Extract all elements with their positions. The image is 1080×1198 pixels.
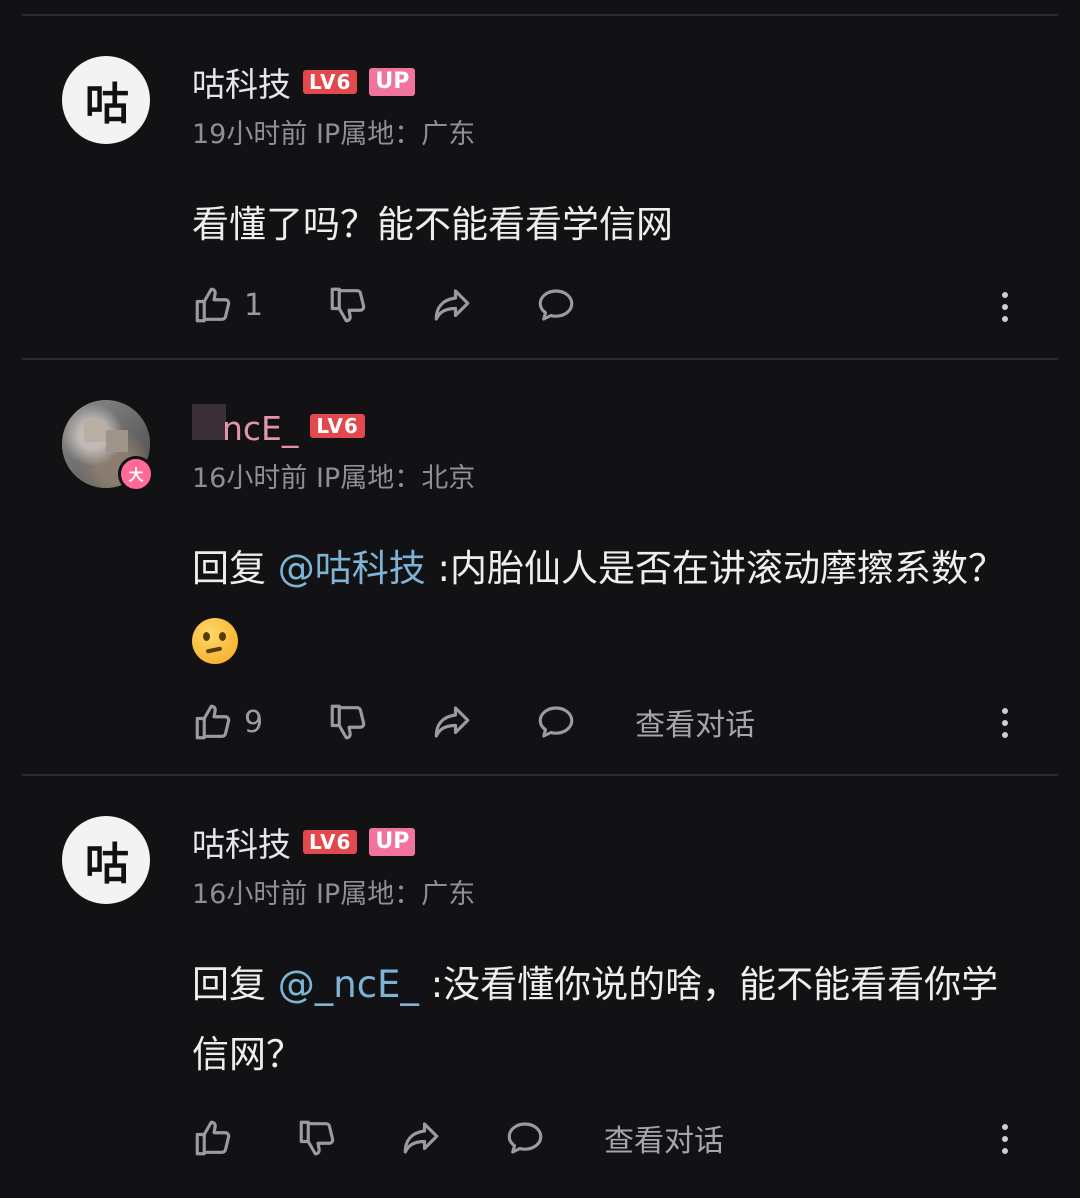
like-count: 9 xyxy=(244,704,264,740)
level-badge: LV6 xyxy=(310,414,365,438)
action-bar: 9 查看对话 xyxy=(192,700,755,744)
ip-location: IP属地：广东 xyxy=(315,879,476,910)
avatar-glyph: 咕 xyxy=(85,839,129,890)
author-row: 咕科技 LV6 UP xyxy=(192,58,416,106)
comment-divider xyxy=(22,774,1058,776)
view-thread-link[interactable]: 查看对话 xyxy=(604,1116,724,1160)
censor-block xyxy=(192,404,226,440)
like-button[interactable]: 1 xyxy=(192,284,263,326)
comment-meta: 16小时前 IP属地：广东 xyxy=(192,872,475,911)
author-row: 咕科技 LV6 UP xyxy=(192,818,416,866)
mention-link[interactable]: @_ncE_ xyxy=(278,963,419,1006)
ip-location: IP属地：广东 xyxy=(315,119,476,150)
up-badge: UP xyxy=(369,828,416,856)
timestamp: 16小时前 xyxy=(192,879,308,910)
like-button[interactable] xyxy=(192,1117,244,1159)
mention-link[interactable]: @咕科技 xyxy=(278,547,426,590)
reply-button[interactable] xyxy=(504,1117,546,1159)
top-divider xyxy=(22,14,1058,16)
author-name[interactable]: 咕科技 xyxy=(192,818,291,866)
more-vertical-icon[interactable] xyxy=(1002,708,1010,738)
thumbs-down-icon xyxy=(330,287,366,323)
comment-text: 回复 @咕科技 :内胎仙人是否在讲滚动摩擦系数？ xyxy=(192,534,1022,674)
vip-badge: 大 xyxy=(118,456,154,492)
thumbs-up-icon xyxy=(195,704,231,740)
author-name[interactable]: ncE_ xyxy=(192,404,298,448)
dislike-button[interactable] xyxy=(327,284,369,326)
more-vertical-icon[interactable] xyxy=(1002,292,1010,322)
comment-body: 看懂了吗？能不能看看学信网 xyxy=(192,203,673,246)
reply-button[interactable] xyxy=(535,284,577,326)
level-badge: LV6 xyxy=(303,830,358,854)
action-bar: 查看对话 xyxy=(192,1116,724,1160)
reply-prefix: 回复 xyxy=(192,963,278,1006)
dislike-button[interactable] xyxy=(327,701,369,743)
reply-bubble-icon xyxy=(538,706,574,738)
avatar-mosaic xyxy=(84,420,106,442)
thumbs-down-icon xyxy=(299,1120,335,1156)
view-thread-link[interactable]: 查看对话 xyxy=(635,700,755,744)
timestamp: 19小时前 xyxy=(192,119,308,150)
dislike-button[interactable] xyxy=(296,1117,338,1159)
comment-text: 看懂了吗？能不能看看学信网 xyxy=(192,190,1022,260)
comment-text: 回复 @_ncE_ :没看懂你说的啥，能不能看看你学信网？ xyxy=(192,950,1022,1090)
share-button[interactable] xyxy=(431,701,473,743)
like-button[interactable]: 9 xyxy=(192,701,263,743)
thinking-emoji-icon xyxy=(192,617,238,664)
author-row: ncE_ LV6 xyxy=(192,404,365,448)
comment-meta: 16小时前 IP属地：北京 xyxy=(192,456,475,495)
share-icon xyxy=(434,289,470,321)
thumbs-up-icon xyxy=(195,1120,231,1156)
comment-body: :内胎仙人是否在讲滚动摩擦系数？ xyxy=(425,547,1005,590)
up-badge: UP xyxy=(369,68,416,96)
avatar[interactable]: 咕 xyxy=(62,816,150,904)
reply-prefix: 回复 xyxy=(192,547,278,590)
avatar-mosaic xyxy=(106,430,128,452)
reply-bubble-icon xyxy=(538,289,574,321)
reply-bubble-icon xyxy=(507,1122,543,1154)
more-vertical-icon[interactable] xyxy=(1002,1124,1010,1154)
comment-divider xyxy=(22,358,1058,360)
share-icon xyxy=(434,706,470,738)
action-bar: 1 xyxy=(192,284,577,326)
share-button[interactable] xyxy=(400,1117,442,1159)
reply-button[interactable] xyxy=(535,701,577,743)
share-icon xyxy=(403,1122,439,1154)
avatar[interactable]: 咕 xyxy=(62,56,150,144)
thumbs-down-icon xyxy=(330,704,366,740)
like-count: 1 xyxy=(244,287,264,323)
comment-meta: 19小时前 IP属地：广东 xyxy=(192,112,475,151)
share-button[interactable] xyxy=(431,284,473,326)
ip-location: IP属地：北京 xyxy=(315,463,476,494)
author-name[interactable]: 咕科技 xyxy=(192,58,291,106)
thumbs-up-icon xyxy=(195,287,231,323)
avatar-glyph: 咕 xyxy=(85,79,129,130)
level-badge: LV6 xyxy=(303,70,358,94)
timestamp: 16小时前 xyxy=(192,463,308,494)
